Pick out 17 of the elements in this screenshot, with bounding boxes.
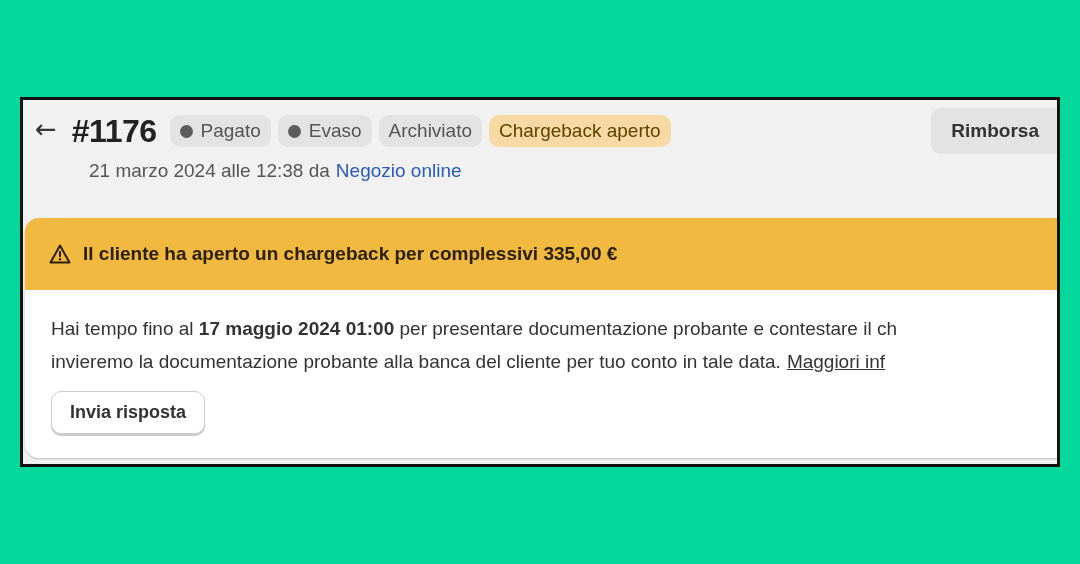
- learn-more-link[interactable]: Maggiori inf: [786, 345, 886, 378]
- order-number: #1176: [71, 112, 157, 150]
- badge-label: Evaso: [308, 120, 362, 142]
- alert-text: invieremo la documentazione probante alla banca del cliente per tuo conto in tale data.: [51, 350, 781, 374]
- warning-icon: [49, 244, 71, 264]
- alert-title: Il cliente ha aperto un chargeback per complessivi 335,00 €: [83, 243, 618, 265]
- store-link[interactable]: Negozio online: [335, 160, 462, 182]
- alert-text: Hai tempo fino al 17 maggio 2024 01:00 per presentare documentazione probante e contestare il ch: [51, 317, 898, 341]
- badge-label: Pagato: [200, 120, 261, 142]
- send-response-button[interactable]: Invia risposta: [51, 391, 206, 434]
- badge-label: Archiviato: [388, 120, 472, 142]
- badge-label: Chargeback aperto: [499, 120, 661, 142]
- refund-button[interactable]: Rimborsa: [931, 108, 1057, 154]
- status-dot-icon: [179, 124, 193, 138]
- order-date: 21 marzo 2024 alle 12:38 da: [89, 160, 330, 182]
- status-dot-icon: [287, 124, 301, 138]
- back-button[interactable]: ←: [35, 114, 65, 148]
